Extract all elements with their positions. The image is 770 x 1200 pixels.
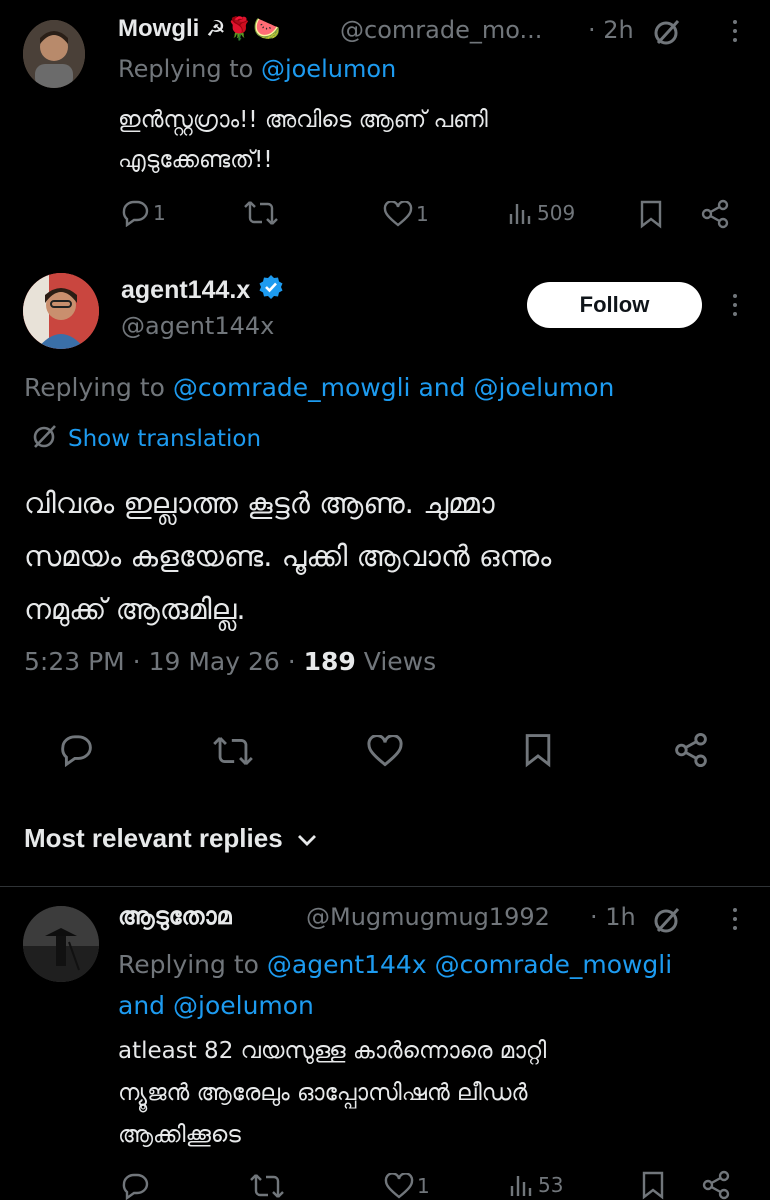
like-button[interactable]: 1 (383, 201, 429, 227)
mention-link[interactable]: @joelumon (173, 991, 314, 1020)
author-name[interactable]: ആടുതോമ (118, 902, 232, 930)
heart-icon (383, 201, 413, 227)
share-icon (675, 732, 707, 768)
bookmark-button[interactable] (639, 199, 663, 229)
show-translation-button[interactable]: Show translation (32, 423, 261, 455)
reply-icon (61, 735, 92, 767)
mention-link[interactable]: @joelumon (261, 55, 396, 83)
repost-button[interactable] (213, 735, 253, 767)
share-icon (702, 1170, 730, 1200)
repost-icon (250, 1174, 284, 1198)
author-name[interactable]: agent144.x (121, 274, 284, 307)
bookmark-button[interactable] (641, 1170, 665, 1200)
repost-button[interactable] (244, 200, 278, 226)
views-icon (509, 204, 531, 224)
repost-icon (244, 201, 278, 225)
replying-to: Replying to @joelumon (118, 55, 397, 83)
repost-icon (213, 737, 253, 765)
bookmark-icon (525, 734, 551, 768)
more-options-icon[interactable] (733, 20, 739, 42)
verified-badge-icon (258, 274, 284, 307)
post-time[interactable]: 5:23 PM · 19 May 26 · (24, 647, 296, 676)
like-button[interactable]: 1 (384, 1173, 430, 1199)
reply-icon (122, 200, 149, 227)
heart-icon (367, 735, 403, 767)
tweet-text: വിവരം ഇല്ലാത്ത കൂട്ടർ ആണു. ചുമ്മാ സമയം ക… (24, 486, 552, 626)
bookmark-icon (640, 200, 662, 229)
share-button[interactable] (702, 1170, 730, 1200)
views-count[interactable]: 189 (304, 647, 356, 676)
bookmark-button[interactable] (523, 732, 553, 768)
like-button[interactable] (366, 735, 404, 767)
reply-button[interactable] (58, 733, 94, 767)
author-handle[interactable]: @comrade_mo... (340, 16, 542, 44)
share-button[interactable] (674, 732, 708, 768)
share-button[interactable] (701, 199, 729, 229)
avatar[interactable] (23, 20, 85, 88)
author-name[interactable]: Mowgli ☭🌹🍉 (118, 15, 281, 43)
replying-to: Replying to @comrade_mowgli and @joelumo… (24, 373, 615, 402)
chevron-down-icon (297, 823, 317, 854)
views-button[interactable]: 509 (508, 200, 575, 226)
author-handle[interactable]: @agent144x (121, 312, 274, 340)
avatar[interactable] (23, 906, 99, 982)
tweet-text: ഇൻസ്റ്റഗ്രാം!! അവിടെ ആണ് പണി എടുക്കേണ്ടത… (118, 107, 488, 173)
share-icon (701, 199, 729, 229)
reply-icon (122, 1173, 149, 1200)
views-button[interactable]: 53 (509, 1172, 563, 1198)
follow-button[interactable]: Follow (527, 282, 702, 328)
translate-icon (32, 423, 58, 455)
replies-sort-dropdown[interactable]: Most relevant replies (24, 823, 317, 854)
tweet-text: atleast 82 വയസുള്ള കാർന്നൊരെ മാറ്റി ന്യൂ… (118, 1038, 547, 1148)
mention-link[interactable]: @joelumon (473, 373, 614, 402)
views-icon (510, 1176, 532, 1196)
mention-link[interactable]: @comrade_mowgli (435, 950, 673, 979)
timestamp[interactable]: · 1h (590, 903, 636, 931)
grok-icon[interactable] (652, 17, 682, 47)
tweet-meta: 5:23 PM · 19 May 26 · 189 Views (24, 647, 437, 676)
mention-link[interactable]: @comrade_mowgli (173, 373, 411, 402)
replying-to: Replying to @agent144x @comrade_mowgli a… (118, 950, 673, 1020)
name-emoji: ☭🌹🍉 (206, 16, 281, 41)
heart-icon (384, 1173, 414, 1199)
timestamp[interactable]: · 2h (588, 16, 634, 44)
reply-button[interactable]: 1 (120, 199, 166, 227)
grok-icon[interactable] (652, 905, 682, 935)
avatar[interactable] (23, 273, 99, 349)
mention-link[interactable]: @agent144x (267, 950, 427, 979)
reply-button[interactable] (120, 1172, 150, 1200)
divider (0, 886, 770, 887)
repost-button[interactable] (250, 1173, 284, 1199)
more-options-icon[interactable] (733, 294, 739, 316)
author-handle[interactable]: @Mugmugmug1992 (306, 903, 550, 931)
more-options-icon[interactable] (733, 908, 739, 930)
bookmark-icon (642, 1171, 664, 1200)
